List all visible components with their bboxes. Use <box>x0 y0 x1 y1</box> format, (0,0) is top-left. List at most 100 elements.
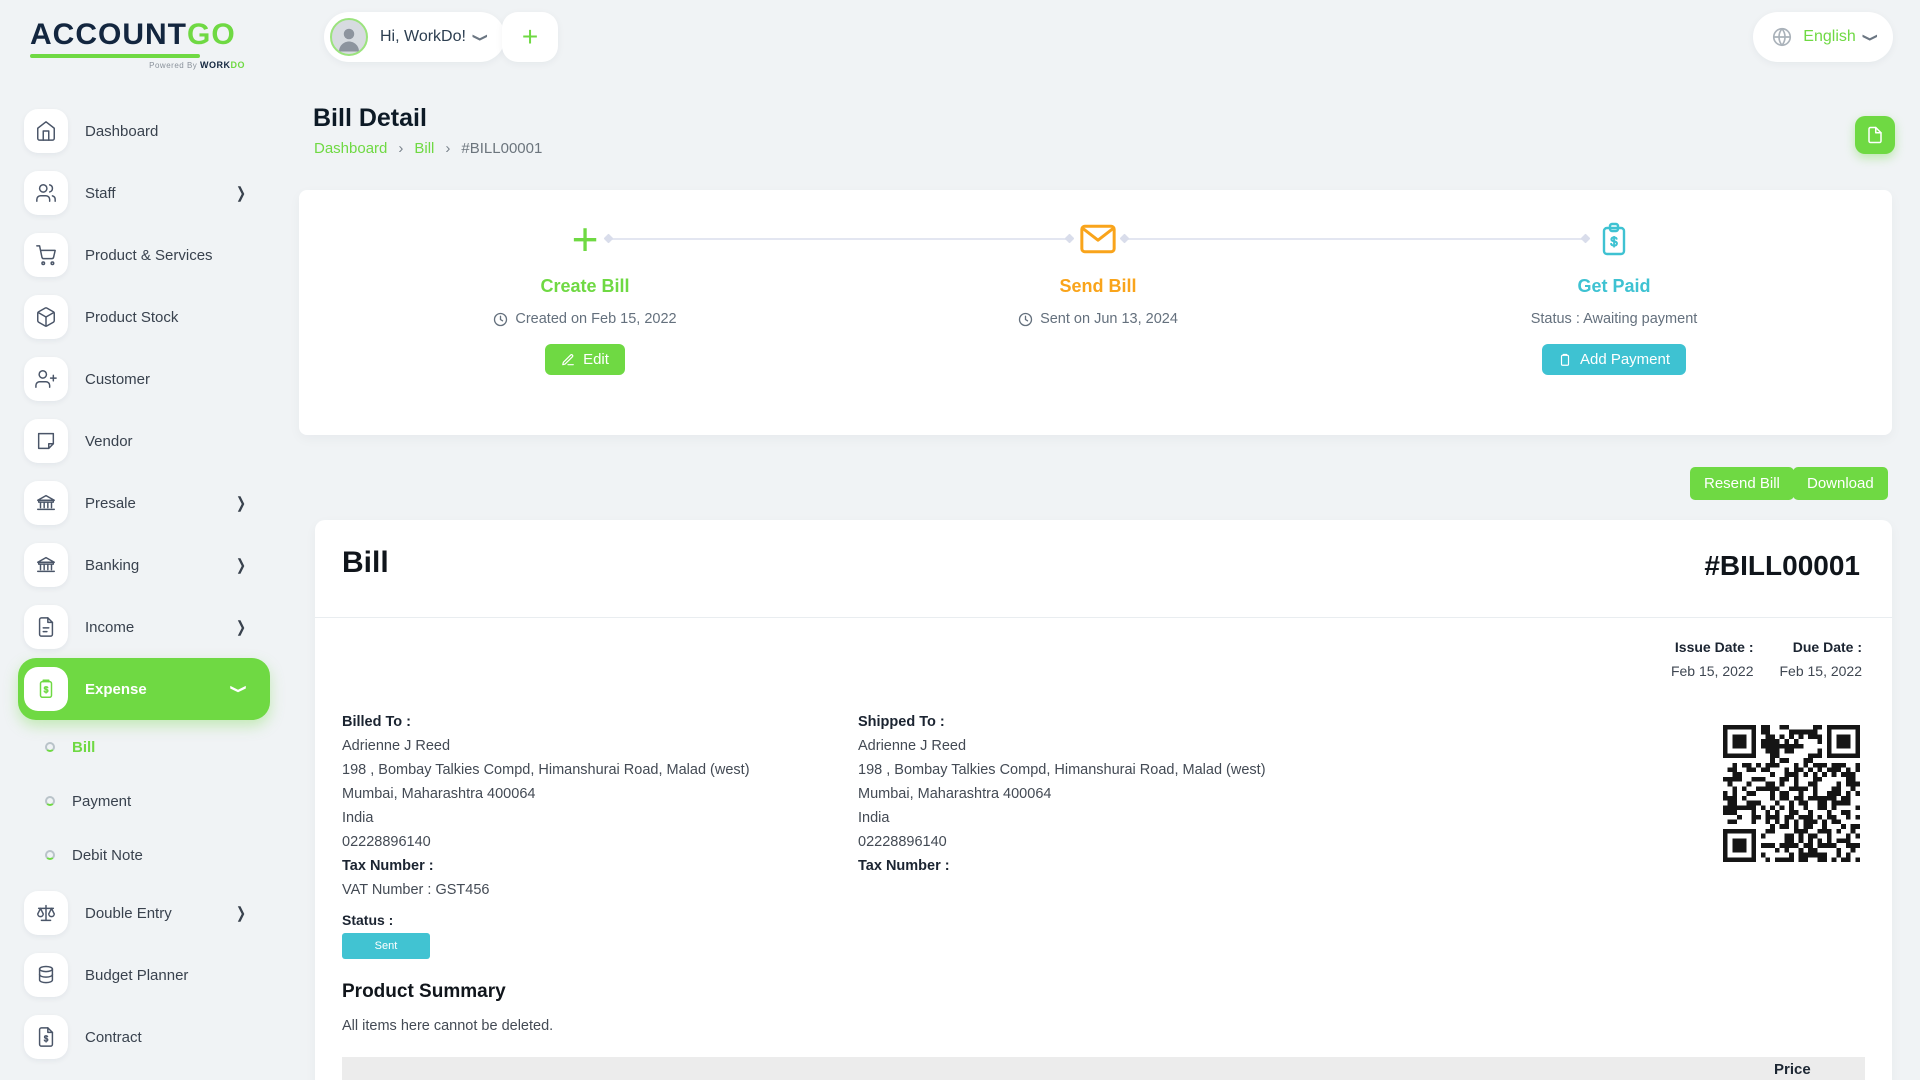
sidebar: ACCOUNTGO Powered By WORKDO Dashboard St… <box>0 0 278 1080</box>
svg-text:$: $ <box>1610 234 1618 249</box>
billed-phone: 02228896140 <box>342 830 750 854</box>
user-menu[interactable]: Hi, WorkDo! ❯ <box>324 12 505 62</box>
avatar <box>330 18 368 56</box>
breadcrumb-bill[interactable]: Bill <box>414 140 434 157</box>
breadcrumb: Dashboard › Bill › #BILL00001 <box>314 140 542 157</box>
svg-text:$: $ <box>44 686 49 695</box>
billed-name: Adrienne J Reed <box>342 734 750 758</box>
sidebar-subitem-label: Debit Note <box>72 847 143 864</box>
step-title: Send Bill <box>1059 276 1136 297</box>
sidebar-item-vendor[interactable]: Vendor <box>0 410 278 472</box>
sidebar-item-label: Income <box>85 619 134 636</box>
sidebar-item-label: Product Stock <box>85 309 178 326</box>
add-button[interactable]: + <box>502 12 558 62</box>
contract-dollar-icon: $ <box>24 1015 68 1059</box>
chevron-right-icon: ❯ <box>236 556 246 574</box>
step-get-paid: $ Get Paid Status : Awaiting payment Add… <box>1454 190 1774 435</box>
shipped-country: India <box>858 806 1266 830</box>
clock-icon <box>1018 312 1033 327</box>
shipped-name: Adrienne J Reed <box>858 734 1266 758</box>
file-text-icon <box>24 605 68 649</box>
qr-code <box>1723 725 1860 862</box>
sidebar-item-label: Budget Planner <box>85 967 188 984</box>
sidebar-item-label: Dashboard <box>85 123 158 140</box>
envelope-icon <box>1079 218 1117 260</box>
chevron-right-icon: ❯ <box>236 184 246 202</box>
svg-text:$: $ <box>44 1035 49 1044</box>
status-label: Status : <box>342 912 393 928</box>
chevron-right-icon: › <box>445 140 450 157</box>
coins-dollar-icon <box>24 953 68 997</box>
sidebar-item-product-services[interactable]: Product & Services <box>0 224 278 286</box>
add-payment-button[interactable]: Add Payment <box>1542 344 1686 375</box>
sidebar-item-label: Customer <box>85 371 150 388</box>
scale-icon <box>24 891 68 935</box>
sidebar-item-label: Contract <box>85 1029 142 1046</box>
edit-button[interactable]: Edit <box>545 344 625 375</box>
sidebar-item-label: Banking <box>85 557 139 574</box>
price-column-header: Price <box>1774 1061 1811 1078</box>
file-icon <box>1866 126 1884 144</box>
sidebar-item-label: Double Entry <box>85 905 172 922</box>
sidebar-item-staff[interactable]: Staff ❯ <box>0 162 278 224</box>
sidebar-item-label: Staff <box>85 185 116 202</box>
brand-logo[interactable]: ACCOUNTGO Powered By WORKDO <box>30 18 250 70</box>
product-table-header: Price <box>342 1057 1865 1080</box>
greeting-text: Hi, WorkDo! <box>380 28 466 46</box>
sidebar-subitem-payment[interactable]: Payment <box>0 774 278 828</box>
sidebar-item-label: Expense <box>85 681 147 698</box>
resend-bill-button[interactable]: Resend Bill <box>1690 467 1794 500</box>
sidebar-subitem-bill[interactable]: Bill <box>0 720 278 774</box>
sidebar-item-budget-planner[interactable]: Budget Planner <box>0 944 278 1006</box>
home-icon <box>24 109 68 153</box>
sidebar-subitem-debit-note[interactable]: Debit Note <box>0 828 278 882</box>
step-title: Create Bill <box>540 276 629 297</box>
sidebar-item-expense[interactable]: $ Expense ❯ <box>18 658 270 720</box>
sidebar-nav: Dashboard Staff ❯ Product & Services Pro… <box>0 100 278 1068</box>
sidebar-item-dashboard[interactable]: Dashboard <box>0 100 278 162</box>
issue-date: Issue Date : Feb 15, 2022 <box>1671 639 1754 679</box>
step-meta: Created on Feb 15, 2022 <box>493 311 676 327</box>
pencil-icon <box>561 353 575 367</box>
bill-detail-card: Bill #BILL00001 Issue Date : Feb 15, 202… <box>315 520 1892 1080</box>
chevron-right-icon: ❯ <box>236 494 246 512</box>
sidebar-item-income[interactable]: Income ❯ <box>0 596 278 658</box>
export-document-button[interactable] <box>1855 116 1895 154</box>
language-selector[interactable]: English ❯ <box>1753 12 1893 62</box>
brand-logo-text: ACCOUNTGO <box>30 18 250 52</box>
bullet-icon <box>45 796 55 806</box>
bank-icon <box>24 481 68 525</box>
sidebar-item-banking[interactable]: Banking ❯ <box>0 534 278 596</box>
due-date: Due Date : Feb 15, 2022 <box>1779 639 1862 679</box>
bill-heading: Bill <box>342 546 389 580</box>
chevron-right-icon: › <box>398 140 403 157</box>
bill-number: #BILL00001 <box>1704 550 1860 582</box>
sidebar-item-label: Vendor <box>85 433 133 450</box>
chevron-right-icon: ❯ <box>236 618 246 636</box>
billed-country: India <box>342 806 750 830</box>
bank-icon <box>24 543 68 587</box>
user-plus-icon <box>24 357 68 401</box>
shipped-phone: 02228896140 <box>858 830 1266 854</box>
step-meta: Status : Awaiting payment <box>1531 311 1698 327</box>
divider <box>315 617 1892 618</box>
download-button[interactable]: Download <box>1793 467 1888 500</box>
bullet-icon <box>45 850 55 860</box>
billed-address2: Mumbai, Maharashtra 400064 <box>342 782 750 806</box>
bill-dates: Issue Date : Feb 15, 2022 Due Date : Feb… <box>1671 639 1862 679</box>
step-title: Get Paid <box>1577 276 1650 297</box>
shipped-address2: Mumbai, Maharashtra 400064 <box>858 782 1266 806</box>
bullet-icon <box>45 742 55 752</box>
sidebar-subitem-label: Bill <box>72 739 95 756</box>
chevron-down-icon: ❯ <box>472 32 489 41</box>
sidebar-item-presale[interactable]: Presale ❯ <box>0 472 278 534</box>
sidebar-item-double-entry[interactable]: Double Entry ❯ <box>0 882 278 944</box>
sidebar-item-contract[interactable]: $ Contract <box>0 1006 278 1068</box>
sidebar-item-customer[interactable]: Customer <box>0 348 278 410</box>
breadcrumb-dashboard[interactable]: Dashboard <box>314 140 387 157</box>
breadcrumb-current: #BILL00001 <box>461 140 542 157</box>
plus-icon: + <box>572 218 599 260</box>
clipboard-icon <box>1558 353 1572 367</box>
sidebar-item-product-stock[interactable]: Product Stock <box>0 286 278 348</box>
clipboard-dollar-icon: $ <box>1598 218 1630 260</box>
